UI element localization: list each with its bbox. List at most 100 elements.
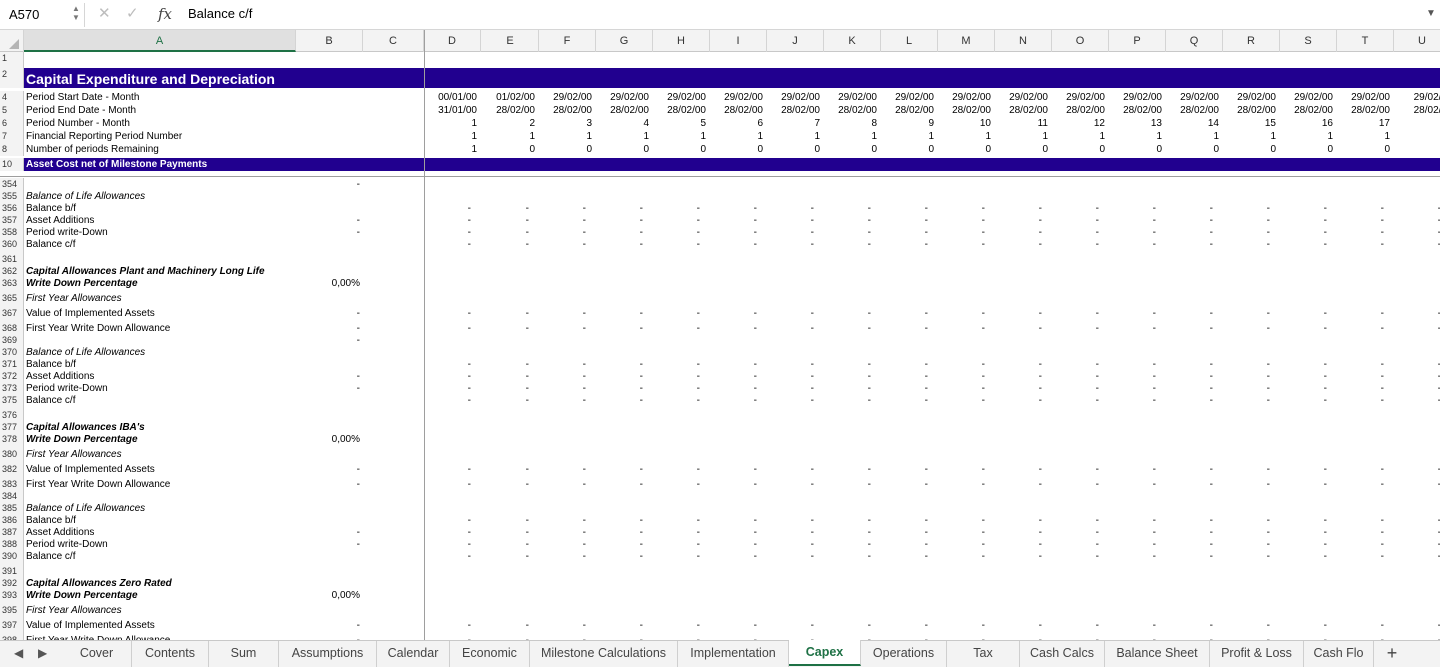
period-value[interactable]: 29/02/00 (995, 91, 1052, 104)
period-value[interactable]: 28/02/00 (653, 104, 710, 117)
period-value[interactable]: 00/01/00 (424, 91, 481, 104)
period-value[interactable]: - (710, 550, 767, 563)
period-value[interactable]: - (881, 238, 938, 251)
period-value[interactable]: 13 (1109, 117, 1166, 130)
period-value[interactable]: - (995, 238, 1052, 251)
period-value[interactable]: - (938, 394, 995, 407)
period-value[interactable]: 28/02/00 (596, 104, 653, 117)
period-value[interactable]: - (710, 238, 767, 251)
period-value[interactable]: 28/02/00 (938, 104, 995, 117)
row-label[interactable]: Period Number - Month (26, 117, 130, 130)
period-value[interactable]: - (1166, 619, 1223, 632)
period-value[interactable]: 0 (1223, 143, 1280, 156)
period-value[interactable]: - (995, 307, 1052, 320)
period-value[interactable]: - (767, 238, 824, 251)
period-value[interactable]: - (539, 619, 596, 632)
period-value[interactable]: 4 (596, 117, 653, 130)
period-value[interactable]: 29/02/00 (938, 91, 995, 104)
period-value[interactable]: 1 (1337, 130, 1394, 143)
period-value[interactable]: 0 (1280, 143, 1337, 156)
period-value[interactable]: 28/02/00 (482, 104, 539, 117)
row-header[interactable]: 395 (0, 604, 24, 619)
period-value[interactable]: 3 (539, 117, 596, 130)
period-value[interactable]: 31/01/00 (424, 104, 481, 117)
row-header[interactable]: 360 (0, 238, 24, 253)
period-value[interactable]: 1 (482, 130, 539, 143)
column-header-f[interactable]: F (539, 30, 596, 52)
column-header-n[interactable]: N (995, 30, 1052, 52)
period-value[interactable]: - (938, 238, 995, 251)
period-value[interactable]: 7 (767, 117, 824, 130)
period-value[interactable]: - (653, 238, 710, 251)
period-value[interactable]: - (482, 550, 539, 563)
sheet-tab-calendar[interactable]: Calendar (377, 641, 450, 667)
period-value[interactable]: - (1337, 307, 1394, 320)
row-header[interactable]: 373 (0, 382, 24, 394)
column-header-s[interactable]: S (1280, 30, 1337, 52)
period-value[interactable]: 28/02/0 (1394, 104, 1440, 117)
row-header[interactable]: 368 (0, 322, 24, 334)
column-header-j[interactable]: J (767, 30, 824, 52)
period-value[interactable]: 28/02/00 (1166, 104, 1223, 117)
period-value[interactable]: 29/02/00 (1052, 91, 1109, 104)
period-value[interactable]: 28/02/00 (539, 104, 596, 117)
period-value[interactable]: - (1223, 238, 1280, 251)
sheet-tab-balance-sheet[interactable]: Balance Sheet (1105, 641, 1210, 667)
row-header[interactable]: 369 (0, 334, 24, 346)
row-header[interactable]: 397 (0, 619, 24, 634)
period-value[interactable]: - (1337, 550, 1394, 563)
period-value[interactable]: - (824, 463, 881, 476)
period-value[interactable]: - (767, 394, 824, 407)
row-label[interactable]: Write Down Percentage (26, 277, 138, 290)
period-value[interactable]: - (482, 238, 539, 251)
period-value[interactable]: - (1052, 394, 1109, 407)
row-header[interactable]: 1 (0, 52, 24, 68)
period-value[interactable]: - (824, 619, 881, 632)
formula-input[interactable]: Balance c/f (188, 6, 252, 21)
row-label[interactable]: Value of Implemented Assets (26, 463, 155, 476)
period-value[interactable]: - (424, 550, 481, 563)
period-value[interactable]: 0 (1337, 143, 1394, 156)
period-value[interactable]: - (1166, 550, 1223, 563)
row-header[interactable]: 356 (0, 202, 24, 214)
period-value[interactable]: - (482, 394, 539, 407)
period-value[interactable]: 0 (482, 143, 539, 156)
period-value[interactable]: 15 (1223, 117, 1280, 130)
row-label[interactable]: Balance c/f (26, 238, 75, 251)
period-value[interactable]: 29/02/00 (1280, 91, 1337, 104)
period-value[interactable]: - (881, 550, 938, 563)
period-value[interactable]: - (596, 619, 653, 632)
sheet-tab-economic[interactable]: Economic (450, 641, 530, 667)
value-cell-b[interactable]: 0,00% (296, 277, 360, 290)
period-value[interactable]: 28/02/00 (1223, 104, 1280, 117)
period-value[interactable]: - (1109, 463, 1166, 476)
scroll-tabs-right-icon[interactable]: ▶ (38, 646, 47, 660)
period-value[interactable]: - (938, 550, 995, 563)
row-header[interactable]: 357 (0, 214, 24, 226)
period-value[interactable]: - (1109, 619, 1166, 632)
sheet-title[interactable]: Capital Expenditure and Depreciation (26, 70, 275, 88)
period-value[interactable]: - (881, 394, 938, 407)
period-value[interactable]: 0 (1166, 143, 1223, 156)
period-value[interactable]: 1 (539, 130, 596, 143)
period-value[interactable]: - (1166, 307, 1223, 320)
column-header-a[interactable]: A (24, 30, 296, 52)
period-value[interactable]: - (881, 307, 938, 320)
period-value[interactable]: 28/02/00 (710, 104, 767, 117)
row-label[interactable]: First Year Allowances (26, 604, 122, 617)
period-value[interactable]: 1 (938, 130, 995, 143)
period-value[interactable]: 1 (1166, 130, 1223, 143)
period-value[interactable]: - (1223, 463, 1280, 476)
row-header[interactable]: 387 (0, 526, 24, 538)
sheet-tab-operations[interactable]: Operations (861, 641, 947, 667)
period-value[interactable]: - (1394, 307, 1440, 320)
row-header[interactable]: 370 (0, 346, 24, 358)
sheet-tab-milestone-calculations[interactable]: Milestone Calculations (530, 641, 678, 667)
period-value[interactable]: 0 (539, 143, 596, 156)
period-value[interactable]: - (482, 463, 539, 476)
period-value[interactable]: 8 (824, 117, 881, 130)
period-value[interactable]: - (1052, 550, 1109, 563)
period-value[interactable]: 1 (1223, 130, 1280, 143)
value-cell-b[interactable]: - (296, 619, 360, 632)
period-value[interactable]: - (881, 463, 938, 476)
